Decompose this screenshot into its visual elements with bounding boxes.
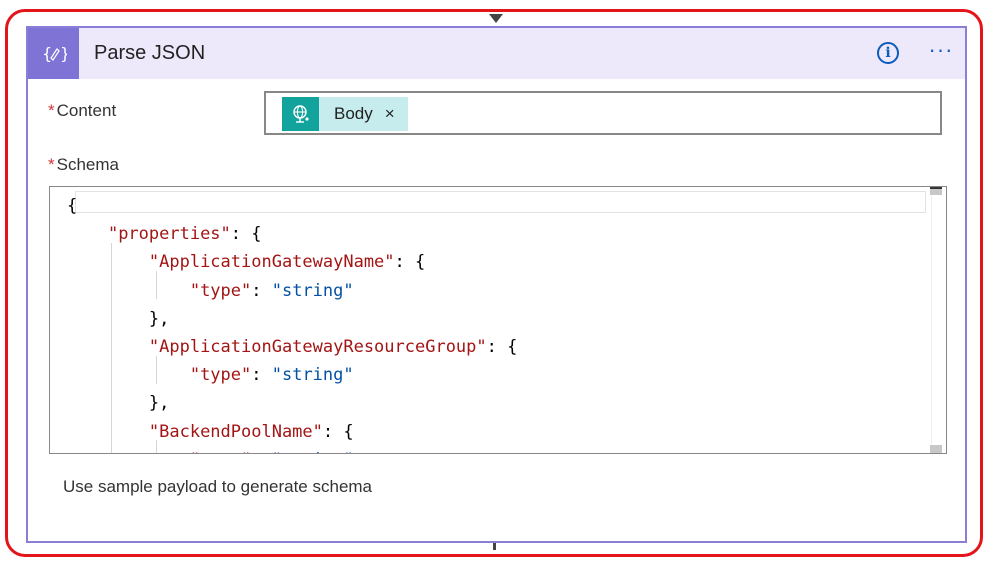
code-token-str: "string" [271, 280, 354, 301]
code-token-punc: : [251, 280, 272, 301]
action-title: Parse JSON [94, 42, 206, 64]
code-line: "BackendPoolName": { [67, 418, 517, 446]
flow-connector-line [493, 543, 496, 550]
flow-connector-arrow-icon [489, 14, 503, 23]
code-token-punc: : [251, 450, 271, 453]
code-token-key: "type" [189, 365, 252, 386]
info-icon[interactable]: i [877, 42, 899, 64]
code-token-str: "string" [272, 450, 354, 453]
code-token-ws [67, 422, 149, 442]
content-input[interactable]: Body × [264, 91, 942, 135]
editor-scrollbar[interactable] [930, 187, 946, 453]
code-token-ws [67, 281, 190, 301]
code-line: "properties": { [67, 220, 517, 248]
code-line: "ApplicationGatewayName": { [67, 248, 517, 276]
scroll-down-thumb[interactable] [930, 445, 942, 453]
code-line: "type": "string" [67, 361, 517, 389]
code-token-key: "properties" [107, 224, 231, 245]
code-token-ws [67, 309, 149, 329]
code-token-str: "string" [271, 365, 354, 386]
code-token-punc: { [67, 196, 78, 216]
code-token-ws [67, 337, 149, 357]
remove-token-icon[interactable]: × [385, 104, 395, 124]
scroll-up-thumb[interactable] [930, 189, 942, 195]
code-line: }, [67, 389, 517, 417]
required-asterisk: * [48, 101, 55, 120]
expression-braces-icon: { } [28, 28, 79, 79]
schema-code: { "properties": { "ApplicationGatewayNam… [67, 192, 517, 453]
code-token-punc: : { [486, 337, 518, 358]
code-token-key: "ApplicationGatewayResourceGroup" [148, 337, 487, 358]
code-line: "type": "string" [67, 277, 517, 305]
code-line: }, [67, 305, 517, 333]
code-line: "type": "string" [67, 446, 517, 453]
token-label: Body [334, 104, 373, 123]
code-token-ws [67, 252, 149, 272]
code-token-key: "ApplicationGatewayName" [148, 252, 395, 273]
parse-json-action-card: { } Parse JSON i ··· *Content Bo [26, 26, 967, 543]
content-label-text: Content [56, 101, 117, 120]
schema-code-editor[interactable]: { "properties": { "ApplicationGatewayNam… [49, 186, 947, 454]
action-header[interactable]: { } Parse JSON i ··· [28, 28, 965, 79]
code-token-ws [67, 224, 108, 244]
schema-label: * Schema [48, 155, 119, 175]
code-token-key: "type" [189, 280, 252, 301]
svg-text:{: { [42, 44, 52, 63]
code-token-key: "type" [190, 450, 251, 453]
code-token-punc: : { [230, 224, 262, 245]
code-token-ws [67, 365, 190, 385]
code-token-punc: : { [322, 421, 354, 442]
code-line: "ApplicationGatewayResourceGroup": { [67, 333, 517, 361]
use-sample-payload-link[interactable]: Use sample payload to generate schema [63, 477, 372, 497]
http-globe-icon [282, 97, 319, 131]
code-line: { [67, 192, 517, 220]
body-token[interactable]: Body × [282, 97, 408, 131]
more-options-icon[interactable]: ··· [927, 39, 955, 64]
code-token-punc: : { [394, 252, 426, 273]
code-token-ws [67, 450, 190, 453]
svg-text:}: } [60, 44, 67, 63]
content-label: * Content [48, 101, 116, 121]
code-token-punc: : [251, 365, 272, 386]
code-token-punc: }, [148, 393, 170, 414]
required-asterisk: * [48, 155, 55, 174]
code-token-ws [67, 393, 149, 413]
schema-label-text: Schema [56, 155, 119, 174]
code-token-punc: }, [148, 308, 170, 329]
code-token-key: "BackendPoolName" [148, 421, 323, 442]
